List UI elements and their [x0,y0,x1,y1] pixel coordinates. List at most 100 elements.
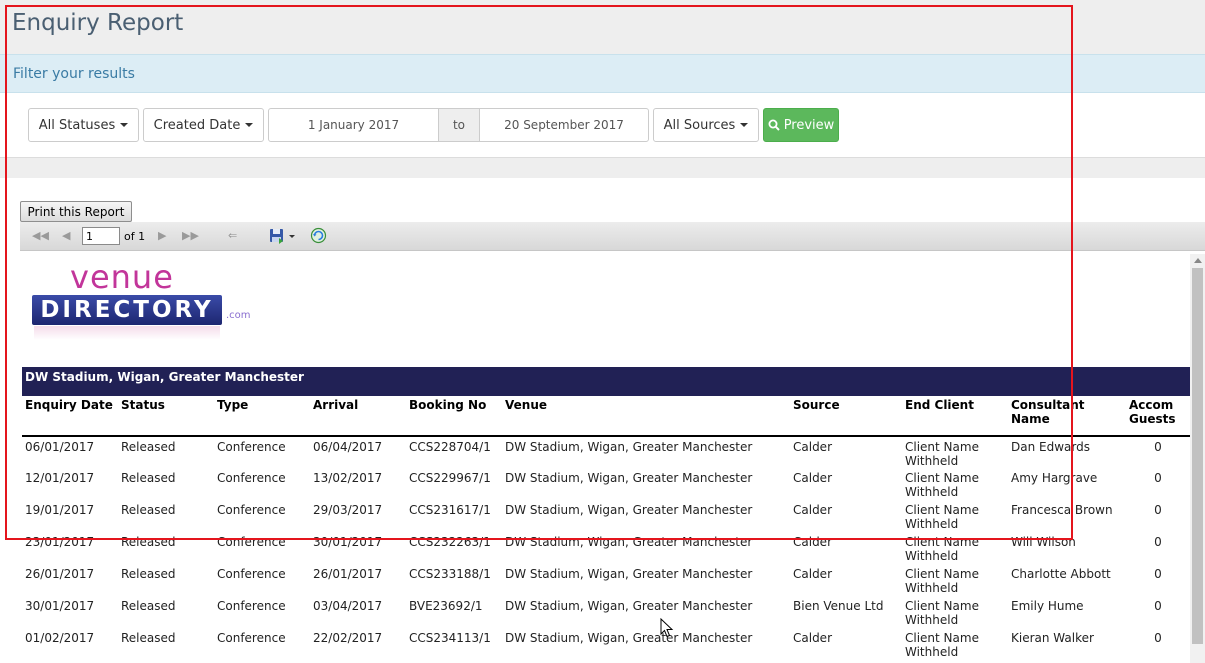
preview-label: Preview [783,117,835,133]
column-header: Enquiry Date [25,398,113,412]
search-icon [768,119,780,131]
refresh-icon[interactable] [310,227,327,244]
scroll-thumb[interactable] [1192,268,1203,644]
table-cell: 0 [1154,567,1162,581]
status-dropdown[interactable]: All Statuses [28,108,139,142]
mouse-cursor-icon [660,618,674,638]
date-type-label: Created Date [153,117,241,133]
column-header: Source [793,398,840,412]
date-to-input[interactable]: 20 September 2017 [479,108,649,142]
last-page-icon[interactable]: ▶▶ [182,229,199,242]
next-page-icon[interactable]: ▶ [158,229,166,242]
column-header: Arrival [313,398,359,412]
table-cell: Released [121,471,176,485]
table-cell: CCS231617/1 [409,503,491,517]
preview-button[interactable]: Preview [763,108,839,142]
logo-com-text: .com [226,310,251,321]
table-cell: 26/01/2017 [313,567,383,581]
table-row: 01/02/2017 Released Conference 22/02/2017 CC… [22,628,1190,660]
table-cell: 0 [1154,535,1162,549]
filter-controls: All Statuses Created Date 1 January 2017… [0,93,1205,157]
table-cell: 30/01/2017 [25,599,95,613]
column-header: Type [217,398,249,412]
table-cell: Conference [217,535,286,549]
logo-reflection [34,326,220,340]
table-cell: 06/04/2017 [313,440,383,454]
table-cell: BVE23692/1 [409,599,483,613]
table-cell: Client Name Withheld [905,567,979,595]
table-cell: 13/02/2017 [313,471,383,485]
column-header: Booking No [409,398,487,412]
date-type-dropdown[interactable]: Created Date [143,108,264,142]
table-cell: 03/04/2017 [313,599,383,613]
caret-down-icon [245,123,254,127]
column-header: Venue [505,398,547,412]
table-cell: Client Name Withheld [905,440,979,468]
print-report-button[interactable]: Print this Report [20,201,132,222]
report-group-header: DW Stadium, Wigan, Greater Manchester [22,367,1190,396]
table-cell: 12/01/2017 [25,471,95,485]
table-row: 06/01/2017 Released Conference 06/04/2017 CC… [22,436,1190,468]
date-to-addon: to [439,108,479,142]
previous-page-icon[interactable]: ◀ [62,229,70,242]
table-cell: Client Name Withheld [905,471,979,499]
sources-dropdown[interactable]: All Sources [653,108,759,142]
table-cell: Kieran Walker [1011,631,1094,645]
venue-directory-logo: venue DIRECTORY .com [32,258,257,350]
table-row: 23/01/2017 Released Conference 30/01/2017 CC… [22,532,1190,564]
caret-down-icon [740,123,749,127]
table-cell: Emily Hume [1011,599,1084,613]
page-title: Enquiry Report [12,10,184,36]
table-cell: 22/02/2017 [313,631,383,645]
table-cell: DW Stadium, Wigan, Greater Manchester [505,440,753,454]
table-cell: CCS233188/1 [409,567,491,581]
table-cell: DW Stadium, Wigan, Greater Manchester [505,535,753,549]
column-header: Consultant Name [1011,398,1085,426]
table-cell: 30/01/2017 [313,535,383,549]
report-scrollbar[interactable] [1190,254,1205,663]
table-cell: 19/01/2017 [25,503,95,517]
table-cell: Calder [793,567,832,581]
page-count-label: of 1 [124,230,146,243]
page-header: Enquiry Report [0,0,1205,54]
report-viewer-toolbar: ◀◀ ◀ 1 of 1 ▶ ▶▶ ⇐ [20,222,1205,251]
table-cell: Released [121,567,176,581]
table-header-row: Enquiry Date Status Type Arrival Booking… [22,397,1190,436]
column-header: Status [121,398,165,412]
table-cell: 26/01/2017 [25,567,95,581]
table-cell: Calder [793,631,832,645]
table-cell: 01/02/2017 [25,631,95,645]
table-cell: CCS234113/1 [409,631,491,645]
back-icon[interactable]: ⇐ [228,229,237,242]
scroll-up-icon[interactable] [1194,258,1202,263]
column-header: End Client [905,398,974,412]
table-cell: Conference [217,567,286,581]
first-page-icon[interactable]: ◀◀ [32,229,49,242]
table-cell: 0 [1154,599,1162,613]
table-cell: Bien Venue Ltd [793,599,884,613]
table-cell: 0 [1154,631,1162,645]
page-number-input[interactable]: 1 [82,227,120,245]
table-cell: CCS232263/1 [409,535,491,549]
table-cell: Conference [217,631,286,645]
section-divider [0,157,1205,178]
table-cell: Calder [793,535,832,549]
logo-venue-text: venue [70,258,174,296]
export-save-icon[interactable] [269,228,297,244]
table-cell: Released [121,503,176,517]
table-cell: Conference [217,440,286,454]
table-row: 26/01/2017 Released Conference 26/01/2017 CC… [22,564,1190,596]
table-cell: 0 [1154,503,1162,517]
table-cell: Calder [793,471,832,485]
table-cell: Amy Hargrave [1011,471,1098,485]
table-cell: 06/01/2017 [25,440,95,454]
table-cell: Conference [217,503,286,517]
status-dropdown-label: All Statuses [38,117,116,133]
table-cell: Released [121,631,176,645]
table-cell: 23/01/2017 [25,535,95,549]
table-cell: Charlotte Abbott [1011,567,1111,581]
date-from-input[interactable]: 1 January 2017 [268,108,439,142]
table-cell: 0 [1154,471,1162,485]
table-cell: Client Name Withheld [905,631,979,659]
table-cell: DW Stadium, Wigan, Greater Manchester [505,567,753,581]
